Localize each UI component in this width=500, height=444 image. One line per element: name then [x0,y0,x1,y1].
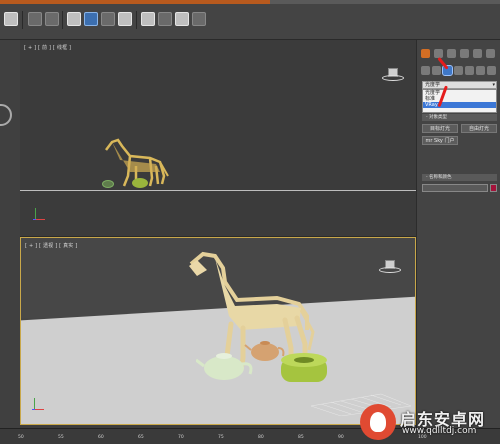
shapes-icon[interactable] [432,66,441,75]
target-light-button[interactable]: 目标灯光 [422,124,458,133]
object-name-field[interactable] [422,184,488,192]
torus-wire[interactable] [132,178,148,188]
timeline-tick: 60 [98,435,104,440]
watermark-logo-icon [360,404,396,440]
navigation-ring-icon[interactable] [0,104,12,126]
main-toolbar [0,4,500,40]
timeline-tick: 70 [178,435,184,440]
object-type-rollout[interactable]: - 对象类型 [422,114,497,121]
timeline-tick: 85 [298,435,304,440]
material-editor-icon[interactable] [141,12,155,26]
axis-tripod-icon [31,398,47,414]
geometry-icon[interactable] [421,66,430,75]
watermark-url: www.qdlltdj.com [402,426,477,436]
mirror-icon[interactable] [28,12,42,26]
viewport-label[interactable]: [ + ] [ 前 ] [ 线框 ] [24,44,71,51]
scene-explorer-icon[interactable] [84,12,98,26]
light-type-options[interactable]: 光度学 标准 VRay [422,89,497,113]
timeline-tick: 75 [218,435,224,440]
timeline-tick: 55 [58,435,64,440]
perspective-viewport[interactable]: [ + ] [ 透视 ] [ 真实 ] [20,237,416,425]
chevron-down-icon[interactable]: ▾ [492,82,495,88]
sky-portal-button[interactable]: mr Sky 门户 [422,136,458,145]
teapot-wire[interactable] [102,180,114,188]
viewcube-icon[interactable] [382,68,404,82]
ground-plane-line [20,190,416,191]
layer-manager-icon[interactable] [67,12,81,26]
command-panel: 光度学 ▾ 光度学 标准 VRay - 对象类型 目标灯光 自由灯光 mr Sk… [416,40,500,428]
free-light-button[interactable]: 自由灯光 [461,124,497,133]
timeline-tick: 90 [338,435,344,440]
create-tab-icon[interactable] [421,49,430,58]
viewport-label[interactable]: [ + ] [ 透视 ] [ 真实 ] [25,242,77,249]
timeline-tick: 50 [18,435,24,440]
snap-toggle-icon[interactable] [4,12,18,26]
render-icon[interactable] [192,12,206,26]
viewcube-icon[interactable] [379,260,401,274]
light-type-dropdown[interactable]: 光度学 ▾ [422,81,497,89]
front-viewport[interactable]: [ + ] [ 前 ] [ 线框 ] [20,40,416,237]
app-window: [ + ] [ 前 ] [ 线框 ] [ + ] [ 透视 ] [ 真实 ] 光… [0,0,500,444]
systems-icon[interactable] [487,66,496,75]
dropdown-value: 光度学 [425,82,441,88]
curve-editor-icon[interactable] [101,12,115,26]
helpers-icon[interactable] [465,66,474,75]
timeline-tick: 65 [138,435,144,440]
object-color-swatch[interactable] [490,184,497,192]
watermark: 启东安卓网 www.qdlltdj.com [360,402,494,442]
render-frame-icon[interactable] [175,12,189,26]
spacewarps-icon[interactable] [476,66,485,75]
utilities-tab-icon[interactable] [486,49,495,58]
timeline-tick: 80 [258,435,264,440]
motion-tab-icon[interactable] [460,49,469,58]
name-color-rollout[interactable]: - 名称和颜色 [422,174,497,181]
render-setup-icon[interactable] [158,12,172,26]
option-vray[interactable]: VRay [423,102,496,108]
schematic-view-icon[interactable] [118,12,132,26]
display-tab-icon[interactable] [473,49,482,58]
align-icon[interactable] [45,12,59,26]
hierarchy-tab-icon[interactable] [447,49,456,58]
axis-tripod-icon [32,208,48,224]
left-viewport-strip [0,40,20,428]
cameras-icon[interactable] [454,66,463,75]
